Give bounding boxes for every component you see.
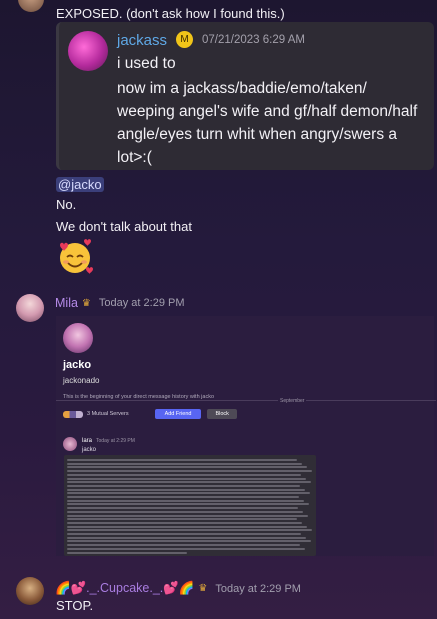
mila-avatar[interactable] [16,294,44,322]
block-button: Block [207,409,237,419]
illegible-text-line [67,473,301,476]
message-header: 🌈💕._.Cupcake._.💕🌈 ♛ Today at 2:29 PM [55,581,301,596]
illegible-text-line [67,503,309,506]
illegible-text-line [67,547,305,550]
user-mention[interactable]: @jacko [56,177,104,192]
inner-author-name: lara [82,438,93,444]
smiling-face-with-hearts-icon[interactable] [55,236,95,276]
inner-message-text: jacko [82,447,97,453]
nested-screenshot-image [64,455,316,556]
illegible-text-line [67,518,297,521]
quote-line: weeping angel's wife and gf/half demon/h… [117,103,418,120]
quote-author-name[interactable]: jackass [117,32,167,49]
illegible-text-line [67,466,307,469]
quote-timestamp: 07/21/2023 6:29 AM [202,34,305,46]
mutual-servers-icon [63,410,83,418]
illegible-text-line [67,499,304,502]
message-header: Mila ♛ Today at 2:29 PM [55,296,185,310]
profile-name: jacko [63,359,92,371]
profile-avatar [63,323,93,353]
inner-author-avatar [63,437,77,451]
quoted-message-card[interactable]: jackass M 07/21/2023 6:29 AM i used to n… [56,22,434,170]
illegible-text-line [67,459,297,461]
illegible-text-line [67,510,303,513]
inner-header: lara Today at 2:29 PM [82,438,135,444]
previous-user-avatar[interactable] [18,0,44,12]
mutual-servers-label: 3 Mutual Servers [87,411,129,417]
illegible-text-line [67,521,302,524]
illegible-text-line [67,540,311,543]
date-divider-label: September [278,398,307,404]
username[interactable]: Mila [55,296,78,310]
illegible-text-line [67,525,307,528]
illegible-text-line [67,551,187,554]
message-text: EXPOSED. (don't ask how I found this.) [56,6,285,21]
illegible-text-line [67,496,299,498]
guild-badge-icon: M [176,31,193,48]
illegible-text-line [67,507,298,510]
cupcake-avatar[interactable] [16,577,44,605]
illegible-text-line [67,462,302,465]
inner-timestamp: Today at 2:29 PM [96,438,135,444]
profile-handle: jackonado [63,376,100,385]
illegible-text-line [67,536,306,539]
date-divider [56,400,436,401]
illegible-text-line [67,529,312,532]
illegible-text-line [67,514,308,517]
illegible-text-line [67,544,300,547]
quote-line: i used to [117,55,176,72]
quote-line: lot>:( [117,149,152,166]
illegible-text-line [67,481,311,484]
illegible-text-line [67,477,306,480]
quote-line: angle/eyes turn whit when angry/swers a [117,126,398,143]
quote-line: now im a jackass/baddie/emo/taken/ [117,80,367,97]
message-text: We don't talk about that [56,219,192,234]
illegible-text-line [67,492,310,495]
crown-icon: ♛ [81,297,91,309]
mention-line: @jacko [56,177,104,192]
quote-author-avatar[interactable] [68,31,108,71]
mutual-row: 3 Mutual Servers Add Friend Block [63,409,237,419]
message-text: STOP. [56,598,94,613]
image-attachment[interactable]: jacko jackonado This is the beginning of… [56,316,436,556]
crown-icon: ♛ [198,583,208,594]
message-text: No. [56,197,77,212]
illegible-text-line [67,470,312,473]
timestamp: Today at 2:29 PM [215,582,301,595]
illegible-text-line [67,533,301,535]
illegible-text-line [67,484,300,487]
timestamp: Today at 2:29 PM [98,297,185,309]
illegible-text-line [67,488,305,491]
username[interactable]: 🌈💕._.Cupcake._.💕🌈 [55,581,194,596]
add-friend-button: Add Friend [154,409,202,419]
